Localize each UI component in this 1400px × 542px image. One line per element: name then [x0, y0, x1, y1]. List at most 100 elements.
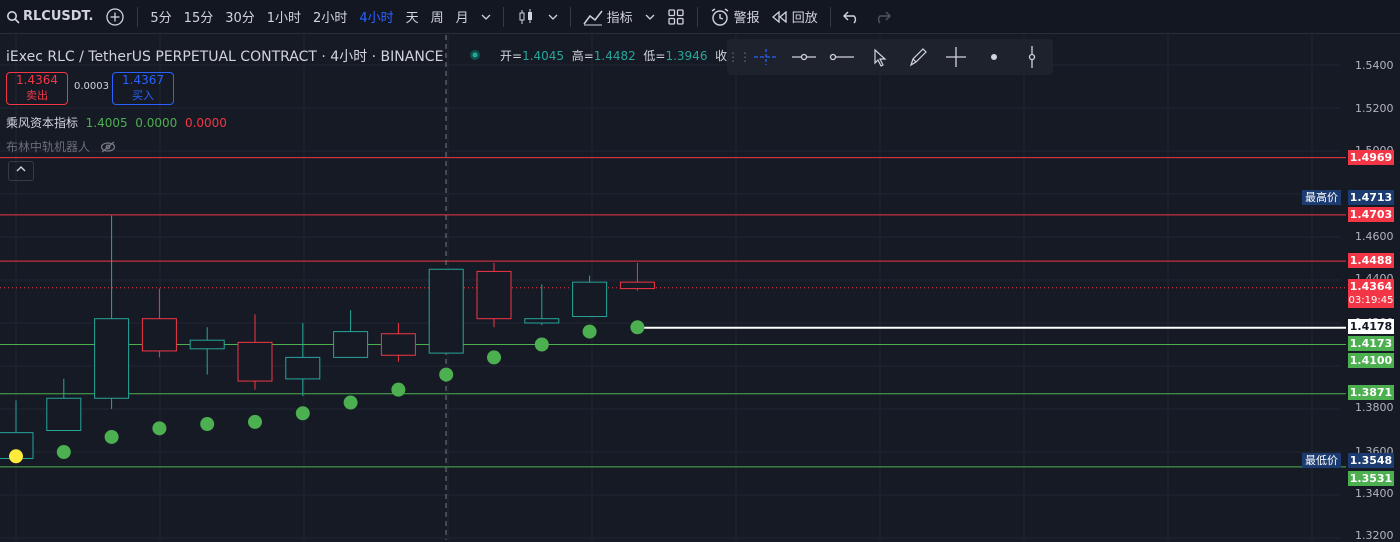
- vertical-line-tool[interactable]: [1013, 39, 1051, 75]
- indicator-dot: [343, 395, 358, 410]
- interval-button[interactable]: 天: [400, 0, 425, 34]
- grid-layout-icon: [668, 8, 684, 25]
- ray-tool[interactable]: [823, 39, 861, 75]
- redo-button[interactable]: [867, 0, 897, 34]
- crosshair-tool[interactable]: [937, 39, 975, 75]
- buy-price: 1.4367: [122, 73, 164, 87]
- candle-body: [476, 270, 512, 320]
- indicators-label: 指标: [606, 11, 633, 26]
- sell-label: 卖出: [26, 89, 48, 102]
- candle-body: [428, 268, 464, 354]
- plus-circle-icon: [106, 7, 125, 26]
- candle-body: [46, 397, 82, 431]
- indicator-dot: [9, 449, 23, 464]
- open-key: 开=: [500, 49, 523, 63]
- candle-body: [380, 333, 416, 356]
- sell-price: 1.4364: [16, 73, 58, 87]
- interval-button[interactable]: 月: [450, 0, 475, 34]
- chart-type-button[interactable]: [510, 0, 542, 34]
- indicator-dot: [630, 320, 645, 335]
- candle-body: [524, 318, 560, 324]
- dot-icon: [991, 54, 997, 60]
- spread-value: 0.0003: [74, 81, 109, 92]
- chart-type-dropdown[interactable]: [542, 0, 564, 34]
- interval-button[interactable]: 30分: [219, 0, 261, 34]
- price-label: 1.3871: [1348, 385, 1394, 400]
- candle-body: [141, 318, 177, 352]
- buy-label: 买入: [132, 89, 154, 102]
- crosshair-dashed-icon: [754, 49, 778, 65]
- replay-label: 回放: [791, 11, 818, 26]
- interval-button[interactable]: 1小时: [261, 0, 307, 34]
- symbol-label: RLCUSDT.: [23, 9, 94, 24]
- eye-off-icon[interactable]: [100, 141, 116, 153]
- sell-button[interactable]: 1.4364 卖出: [6, 72, 68, 105]
- price-label: 1.4178: [1348, 319, 1394, 334]
- price-label: 1.3531: [1348, 471, 1394, 486]
- candle-body: [285, 356, 321, 380]
- horizontal-line-icon: [792, 53, 816, 61]
- indicator-dot: [534, 337, 549, 352]
- price-label: 1.4100: [1348, 353, 1394, 368]
- low-value: 1.3946: [665, 49, 708, 63]
- chevron-down-icon: [548, 14, 558, 20]
- open-value: 1.4045: [522, 49, 565, 63]
- rewind-icon: [771, 10, 787, 23]
- market-status-icon: [470, 50, 480, 60]
- indicator-row-hidden[interactable]: 布林中轨机器人: [6, 138, 116, 155]
- cursor-arrow-icon: [874, 48, 887, 67]
- candles-icon: [519, 8, 532, 24]
- cursor-tool[interactable]: [861, 39, 899, 75]
- drag-handle-icon[interactable]: ⋮⋮: [727, 50, 751, 64]
- axis-tick-label: 1.5200: [1355, 102, 1394, 115]
- price-label: 1.4969: [1348, 150, 1394, 165]
- search-icon: [7, 10, 20, 24]
- indicator-value: 0.0000: [184, 116, 227, 130]
- undo-button[interactable]: [837, 0, 867, 34]
- horizontal-ray-tool[interactable]: [785, 39, 823, 75]
- collapse-legend-button[interactable]: [8, 161, 34, 181]
- alert-button[interactable]: 警报: [704, 0, 766, 34]
- indicator-dot: [152, 421, 167, 436]
- interval-button[interactable]: 2小时: [307, 0, 353, 34]
- indicators-dropdown[interactable]: [639, 0, 661, 34]
- price-label: 1.4173: [1348, 336, 1394, 351]
- indicator-dot: [295, 406, 310, 421]
- price-chart[interactable]: [0, 35, 1400, 540]
- toolbar-divider: [696, 6, 698, 27]
- trend-arrow-tool[interactable]: [899, 39, 937, 75]
- toolbar-divider: [569, 6, 571, 27]
- buy-button[interactable]: 1.4367 买入: [112, 72, 174, 105]
- alarm-clock-icon: [711, 7, 729, 26]
- interval-button[interactable]: 5分: [144, 0, 177, 34]
- axis-tick-label: 1.5400: [1355, 59, 1394, 72]
- indicator-name: 乘风资本指标: [6, 116, 79, 130]
- layout-button[interactable]: [661, 0, 691, 34]
- low-tag: 最低价: [1302, 453, 1341, 468]
- interval-group: 5分 15分 30分 1小时 2小时 4小时天周月: [144, 0, 474, 34]
- indicator-dot: [200, 417, 215, 432]
- high-key: 高=: [571, 49, 594, 63]
- indicator-row[interactable]: 乘风资本指标 1.4005 0.0000 0.0000: [6, 114, 227, 131]
- axis-tick-label: 1.3400: [1355, 487, 1394, 500]
- axis-tick-label: 1.4600: [1355, 230, 1394, 243]
- ohlc-values: 开=1.4045 高=1.4482 低=1.3946 收=1: [500, 47, 745, 64]
- indicator-dot: [582, 324, 597, 339]
- interval-dropdown-button[interactable]: [475, 0, 497, 34]
- indicators-button[interactable]: 指标: [577, 0, 639, 34]
- replay-button[interactable]: 回放: [766, 0, 824, 34]
- interval-button[interactable]: 15分: [178, 0, 220, 34]
- chevron-down-icon: [645, 14, 655, 20]
- crosshair-dashed-tool[interactable]: [747, 39, 785, 75]
- interval-button[interactable]: 4小时: [353, 0, 399, 34]
- interval-button[interactable]: 周: [425, 0, 450, 34]
- high-tag: 最高价: [1302, 190, 1341, 205]
- symbol-search[interactable]: RLCUSDT.: [0, 0, 99, 34]
- indicators-icon: [583, 10, 603, 25]
- indicator-dot: [439, 367, 454, 382]
- dot-tool[interactable]: [975, 39, 1013, 75]
- top-toolbar: RLCUSDT. 5分 15分 30分 1小时 2小时 4小时天周月 指标 警报 回放: [0, 0, 1400, 34]
- price-label: 1.4364: [1348, 279, 1394, 294]
- add-symbol-button[interactable]: [99, 0, 131, 34]
- chart-legend-title: iExec RLC / TetherUS PERPETUAL CONTRACT …: [6, 49, 444, 65]
